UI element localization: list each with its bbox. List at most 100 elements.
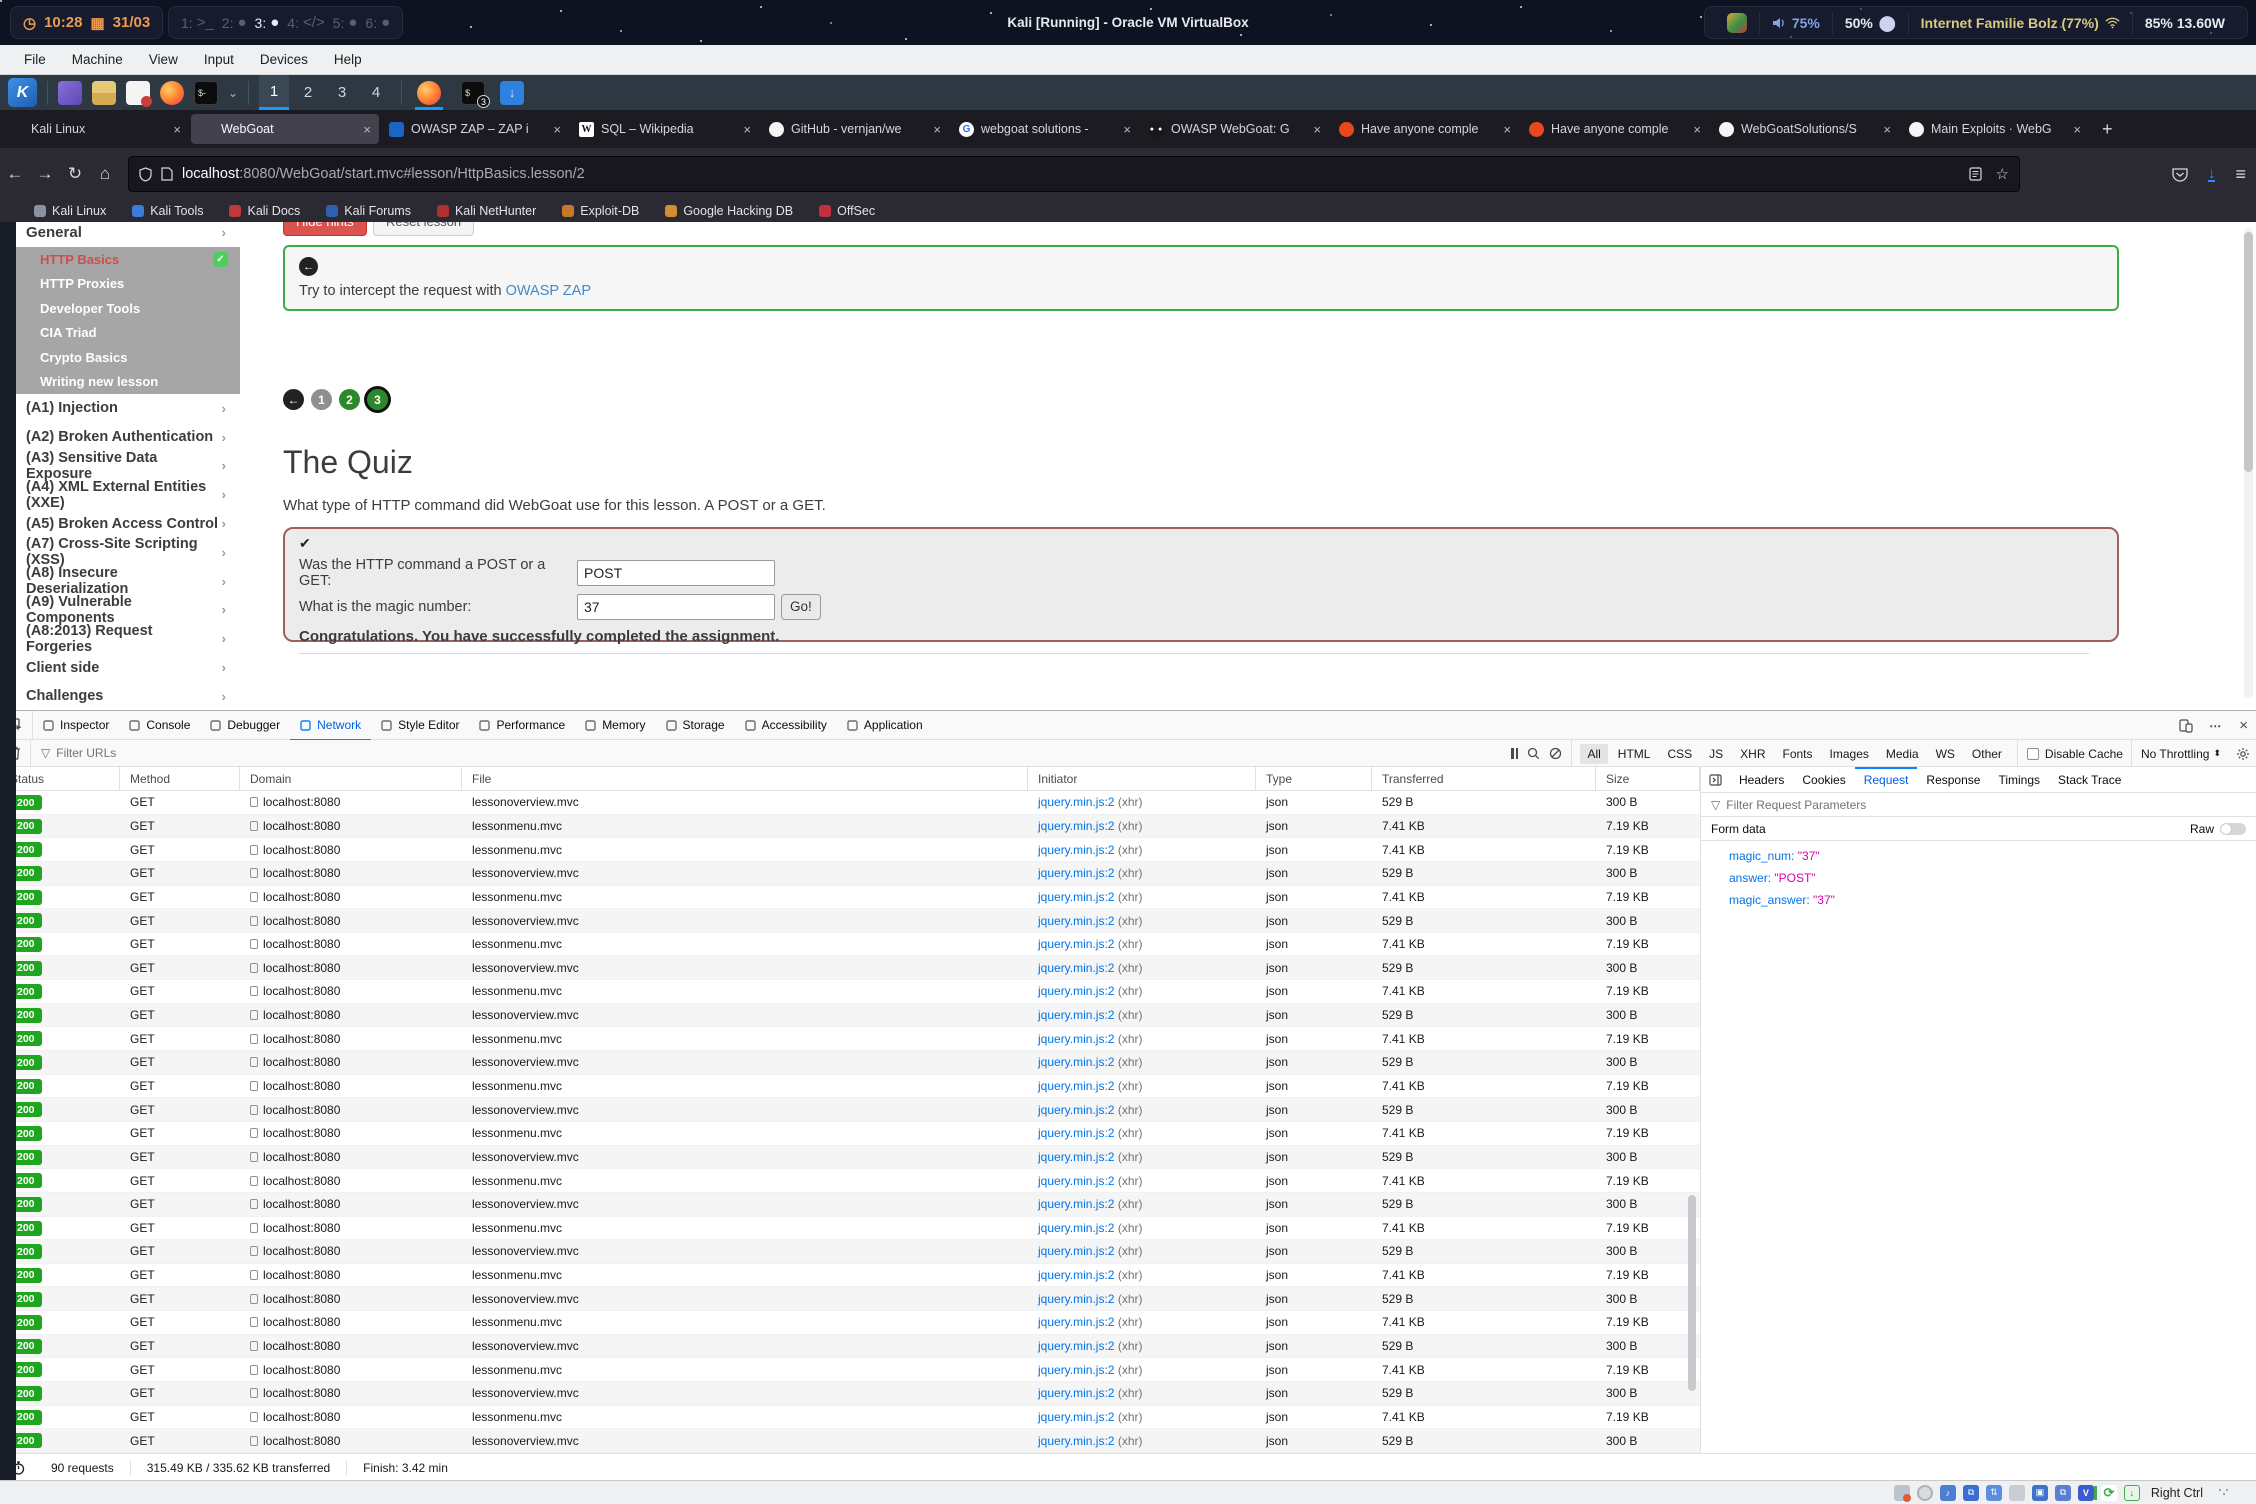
network-request-row[interactable]: 200GETlocalhost:8080lessonmenu.mvcjquery… (0, 980, 1700, 1004)
browser-tab-11[interactable]: Main Exploits · WebG× (1901, 114, 2089, 144)
wifi-indicator[interactable]: Internet Familie Bolz (77%) (1908, 12, 2132, 34)
reset-lesson-button[interactable]: Reset lesson (373, 222, 474, 236)
tab-close-icon[interactable]: × (933, 122, 941, 137)
devtools-tab-network[interactable]: Network (290, 711, 371, 740)
brightness-indicator[interactable]: 50% ⬤ (1832, 12, 1908, 34)
vbox-menu-devices[interactable]: Devices (248, 48, 320, 71)
initiator-link[interactable]: jquery.min.js:2 (1038, 1079, 1114, 1093)
vbox-menu-view[interactable]: View (137, 48, 190, 71)
bookmark-kali-forums[interactable]: Kali Forums (326, 204, 411, 218)
raw-toggle[interactable] (2220, 823, 2246, 835)
filter-urls-input[interactable]: ▽ Filter URLs (31, 746, 116, 760)
panel-workspace-2[interactable]: 2:● (222, 14, 247, 31)
initiator-link[interactable]: jquery.min.js:2 (1038, 961, 1114, 975)
panel-workspace-switcher[interactable]: 1:>_2:●3:●4:</>5:●6:● (168, 6, 403, 39)
devtools-tab-debugger[interactable]: Debugger (200, 711, 290, 740)
go-button[interactable]: Go! (781, 594, 821, 620)
bookmark-google-hacking-db[interactable]: Google Hacking DB (665, 204, 793, 218)
sidebar-category--a5-broken-access-control[interactable]: (A5) Broken Access Control› (16, 509, 240, 538)
tab-close-icon[interactable]: × (553, 122, 561, 137)
sidebar-category--a2-broken-authentication[interactable]: (A2) Broken Authentication› (16, 423, 240, 452)
network-request-row[interactable]: 200GETlocalhost:8080lessonoverview.mvcjq… (0, 1146, 1700, 1170)
quiz-q1-input[interactable] (577, 560, 775, 586)
sidebar-category--a3-sensitive-data-exposure[interactable]: (A3) Sensitive Data Exposure› (16, 452, 240, 481)
vbox-cdrom-icon[interactable] (1917, 1485, 1933, 1501)
taskbar-workspace-4[interactable]: 4 (361, 75, 391, 110)
vbox-menu-file[interactable]: File (12, 48, 58, 71)
taskbar-terminal-running[interactable]: $ 3 (456, 75, 490, 110)
devtools-tab-console[interactable]: Console (119, 711, 200, 740)
pager-page-3-current[interactable]: 3 (367, 389, 388, 410)
owasp-zap-link[interactable]: OWASP ZAP (506, 283, 591, 299)
vbox-sharedfolders-icon[interactable] (2009, 1485, 2025, 1501)
initiator-link[interactable]: jquery.min.js:2 (1038, 1008, 1114, 1022)
tab-close-icon[interactable]: × (173, 122, 181, 137)
network-settings-gear-icon[interactable] (2236, 747, 2250, 761)
sidebar-item-http-proxies[interactable]: HTTP Proxies (16, 272, 240, 297)
request-type-filter-all[interactable]: All (1580, 744, 1607, 764)
vbox-display-icon[interactable]: ▣ (2032, 1485, 2048, 1501)
initiator-link[interactable]: jquery.min.js:2 (1038, 890, 1114, 904)
vbox-autoresize-icon[interactable]: ⟳ (2101, 1485, 2117, 1501)
tab-close-icon[interactable]: × (1123, 122, 1131, 137)
browser-tab-8[interactable]: Have anyone comple× (1331, 114, 1519, 144)
vbox-menu-input[interactable]: Input (192, 48, 246, 71)
sidebar-item-cia-triad[interactable]: CIA Triad (16, 321, 240, 346)
launcher-window-icon[interactable] (58, 81, 82, 105)
initiator-link[interactable]: jquery.min.js:2 (1038, 1268, 1114, 1282)
network-request-row[interactable]: 200GETlocalhost:8080lessonmenu.mvcjquery… (0, 1217, 1700, 1241)
browser-tab-1[interactable]: Kali Linux× (1, 114, 189, 144)
initiator-link[interactable]: jquery.min.js:2 (1038, 1339, 1114, 1353)
browser-tab-5[interactable]: GitHub - vernjan/we× (761, 114, 949, 144)
request-type-filter-other[interactable]: Other (1965, 744, 2009, 764)
bookmark-kali-linux[interactable]: Kali Linux (34, 204, 106, 218)
network-request-row[interactable]: 200GETlocalhost:8080lessonmenu.mvcjquery… (0, 1264, 1700, 1288)
request-panel-tab-timings[interactable]: Timings (1989, 767, 2049, 793)
sidebar-category--a7-cross-site-scripting-xss-[interactable]: (A7) Cross-Site Scripting (XSS)› (16, 538, 240, 567)
request-type-filter-xhr[interactable]: XHR (1733, 744, 1772, 764)
sidebar-item-http-basics[interactable]: HTTP Basics✓ (16, 247, 240, 272)
network-request-row[interactable]: 200GETlocalhost:8080lessonoverview.mvcjq… (0, 1382, 1700, 1406)
pause-icon[interactable] (1511, 748, 1518, 759)
taskbar-firefox-running[interactable] (412, 75, 446, 110)
bookmark-kali-tools[interactable]: Kali Tools (132, 204, 203, 218)
sidebar-item-crypto-basics[interactable]: Crypto Basics (16, 345, 240, 370)
sidebar-category--a1-injection[interactable]: (A1) Injection› (16, 394, 240, 423)
network-request-row[interactable]: 200GETlocalhost:8080lessonoverview.mvcjq… (0, 791, 1700, 815)
sidebar-category-client-side[interactable]: Client side› (16, 653, 240, 682)
launcher-dropdown-icon[interactable]: ⌄ (228, 86, 238, 100)
request-type-filter-images[interactable]: Images (1823, 744, 1876, 764)
sidebar-category--a8-insecure-deserialization[interactable]: (A8) Insecure Deserialization› (16, 567, 240, 596)
devtools-tab-application[interactable]: Application (837, 711, 933, 740)
initiator-link[interactable]: jquery.min.js:2 (1038, 843, 1114, 857)
vbox-usb-icon[interactable]: ⇅ (1986, 1485, 2002, 1501)
initiator-link[interactable]: jquery.min.js:2 (1038, 1410, 1114, 1424)
network-request-row[interactable]: 200GETlocalhost:8080lessonmenu.mvcjquery… (0, 1075, 1700, 1099)
volume-indicator[interactable]: 75% (1759, 12, 1832, 34)
launcher-editor-icon[interactable] (126, 81, 150, 105)
initiator-link[interactable]: jquery.min.js:2 (1038, 1363, 1114, 1377)
clock-widget[interactable]: ◷ 10:28 ▦ 31/03 (10, 6, 163, 39)
kali-menu-button[interactable]: K (8, 78, 37, 107)
filter-request-parameters-input[interactable]: ▽ Filter Request Parameters (1701, 793, 2256, 817)
tab-close-icon[interactable]: × (2073, 122, 2081, 137)
pager-prev-button[interactable]: ← (283, 389, 304, 410)
taskbar-downloads-icon[interactable]: ↓ (500, 81, 524, 105)
network-request-row[interactable]: 200GETlocalhost:8080lessonoverview.mvcjq… (0, 1287, 1700, 1311)
devtools-tab-performance[interactable]: Performance (469, 711, 575, 740)
network-request-row[interactable]: 200GETlocalhost:8080lessonoverview.mvcjq… (0, 1335, 1700, 1359)
column-header-status[interactable]: Status (0, 767, 120, 791)
bookmark-kali-nethunter[interactable]: Kali NetHunter (437, 204, 536, 218)
column-header-size[interactable]: Size (1596, 767, 1700, 791)
form-data-param[interactable]: magic_answer: "37" (1729, 893, 2256, 907)
bookmark-kali-docs[interactable]: Kali Docs (229, 204, 300, 218)
taskbar-workspace-2[interactable]: 2 (293, 75, 323, 110)
initiator-link[interactable]: jquery.min.js:2 (1038, 819, 1114, 833)
network-request-row[interactable]: 200GETlocalhost:8080lessonmenu.mvcjquery… (0, 838, 1700, 862)
initiator-link[interactable]: jquery.min.js:2 (1038, 1434, 1114, 1448)
panel-workspace-5[interactable]: 5:● (333, 14, 358, 31)
request-panel-tab-cookies[interactable]: Cookies (1793, 767, 1854, 793)
devtools-tab-memory[interactable]: Memory (575, 711, 655, 740)
request-panel-tab-headers[interactable]: Headers (1730, 767, 1793, 793)
column-header-domain[interactable]: Domain (240, 767, 462, 791)
